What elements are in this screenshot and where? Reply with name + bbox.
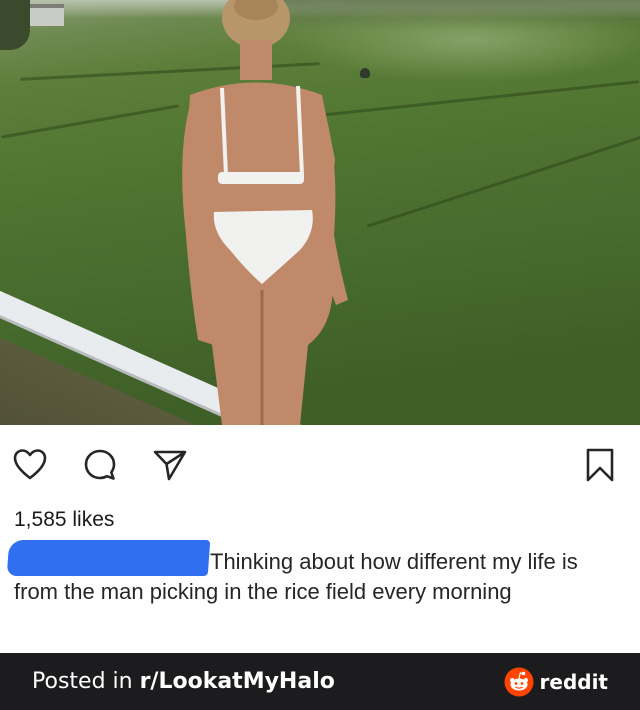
comment-icon[interactable] [82, 447, 118, 483]
bookmark-icon[interactable] [582, 447, 618, 483]
photo-person [182, 0, 348, 425]
subreddit-link[interactable]: r/LookatMyHalo [140, 669, 335, 694]
post-caption: Thinking about how different my life is … [14, 547, 624, 607]
reddit-wordmark: reddit [539, 669, 608, 694]
posted-in-label: Posted in r/LookatMyHalo [32, 669, 335, 694]
likes-count[interactable]: 1,585 likes [14, 508, 114, 532]
post-photo [0, 0, 640, 425]
caption-line-1: Thinking about how different my life [210, 549, 556, 574]
reddit-footer: Posted in r/LookatMyHalo reddit [0, 653, 640, 710]
reddit-logo-icon [504, 667, 534, 696]
heart-icon[interactable] [12, 447, 48, 483]
reddit-brand[interactable]: reddit [504, 667, 608, 697]
send-icon[interactable] [152, 447, 188, 483]
action-bar [0, 425, 640, 497]
posted-prefix: Posted in [32, 669, 140, 694]
